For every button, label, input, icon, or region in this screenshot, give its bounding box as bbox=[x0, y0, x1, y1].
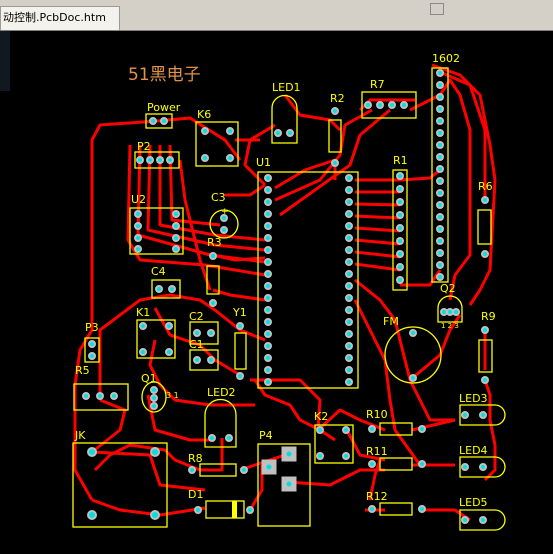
pads-k1 bbox=[139, 322, 173, 356]
label-p2: P2 bbox=[137, 140, 151, 153]
label-r5: R5 bbox=[75, 364, 90, 377]
pads-r6 bbox=[481, 196, 489, 258]
pads-r5 bbox=[82, 392, 118, 400]
pads-q1 bbox=[150, 386, 158, 410]
label-k2: K2 bbox=[314, 410, 328, 423]
label-c4: C4 bbox=[151, 265, 166, 278]
label-r7: R7 bbox=[370, 78, 385, 91]
pads-r3 bbox=[209, 252, 217, 307]
label-q1-pins: 3 1 bbox=[166, 391, 179, 400]
label-fm: FM bbox=[383, 315, 399, 328]
pads-jk bbox=[87, 447, 160, 520]
pads-c3 bbox=[220, 214, 228, 234]
label-q1: Q1 bbox=[141, 372, 157, 385]
pads-led3 bbox=[461, 411, 487, 419]
label-r3: R3 bbox=[207, 236, 222, 249]
label-led3: LED3 bbox=[459, 392, 488, 405]
label-c2: C2 bbox=[189, 310, 204, 323]
pads-c4 bbox=[155, 285, 176, 293]
label-r6: R6 bbox=[478, 180, 493, 193]
label-led5: LED5 bbox=[459, 496, 488, 509]
pads-k2 bbox=[316, 426, 350, 460]
pads-c2 bbox=[193, 329, 215, 337]
label-led2: LED2 bbox=[207, 386, 236, 399]
label-r12: R12 bbox=[366, 490, 388, 503]
pads-r1 bbox=[396, 172, 404, 284]
label-led4: LED4 bbox=[459, 444, 488, 457]
label-r9: R9 bbox=[481, 310, 496, 323]
pads-u1-left bbox=[264, 174, 272, 386]
pads-led4 bbox=[461, 463, 487, 471]
pads-q2 bbox=[440, 308, 460, 316]
label-q2-pins: 1 2 3 bbox=[441, 322, 459, 330]
label-r10: R10 bbox=[366, 408, 388, 421]
pads-1602 bbox=[436, 69, 444, 281]
pads-p4-square bbox=[261, 446, 297, 492]
pcb-layout: 51黑电子 Power K6 LED1 R2 R7 1602 P2 U1 R1 … bbox=[72, 52, 506, 531]
label-k6: K6 bbox=[197, 108, 211, 121]
label-u2: U2 bbox=[131, 193, 146, 206]
pads-led1 bbox=[274, 129, 294, 137]
d1-cathode-band bbox=[232, 501, 237, 518]
label-k1: K1 bbox=[136, 306, 150, 319]
label-r11: R11 bbox=[366, 445, 388, 458]
label-r1: R1 bbox=[393, 154, 408, 167]
pads-r7 bbox=[364, 101, 408, 109]
label-y1: Y1 bbox=[232, 306, 247, 319]
label-q2: Q2 bbox=[440, 282, 456, 295]
label-c1: C1 bbox=[189, 338, 204, 351]
label-r8: R8 bbox=[188, 452, 203, 465]
label-u1: U1 bbox=[256, 156, 271, 169]
label-power: Power bbox=[147, 101, 181, 114]
pads-fm bbox=[409, 329, 417, 382]
pads-c1 bbox=[193, 356, 215, 364]
pads-led5 bbox=[461, 516, 487, 524]
pads-p3 bbox=[88, 340, 96, 360]
label-1602: 1602 bbox=[432, 52, 460, 65]
pads-u1-right bbox=[345, 174, 353, 386]
label-d1: D1 bbox=[188, 488, 203, 501]
board-title: 51黑电子 bbox=[128, 65, 201, 85]
label-jk: JK bbox=[74, 429, 86, 442]
label-p3: P3 bbox=[85, 321, 99, 334]
label-c3: C3 bbox=[211, 191, 226, 204]
label-led1: LED1 bbox=[272, 81, 301, 94]
pads-p2 bbox=[136, 156, 174, 164]
label-r2: R2 bbox=[330, 92, 345, 105]
label-p4: P4 bbox=[259, 429, 273, 442]
label-c3-plus: + bbox=[221, 207, 229, 217]
